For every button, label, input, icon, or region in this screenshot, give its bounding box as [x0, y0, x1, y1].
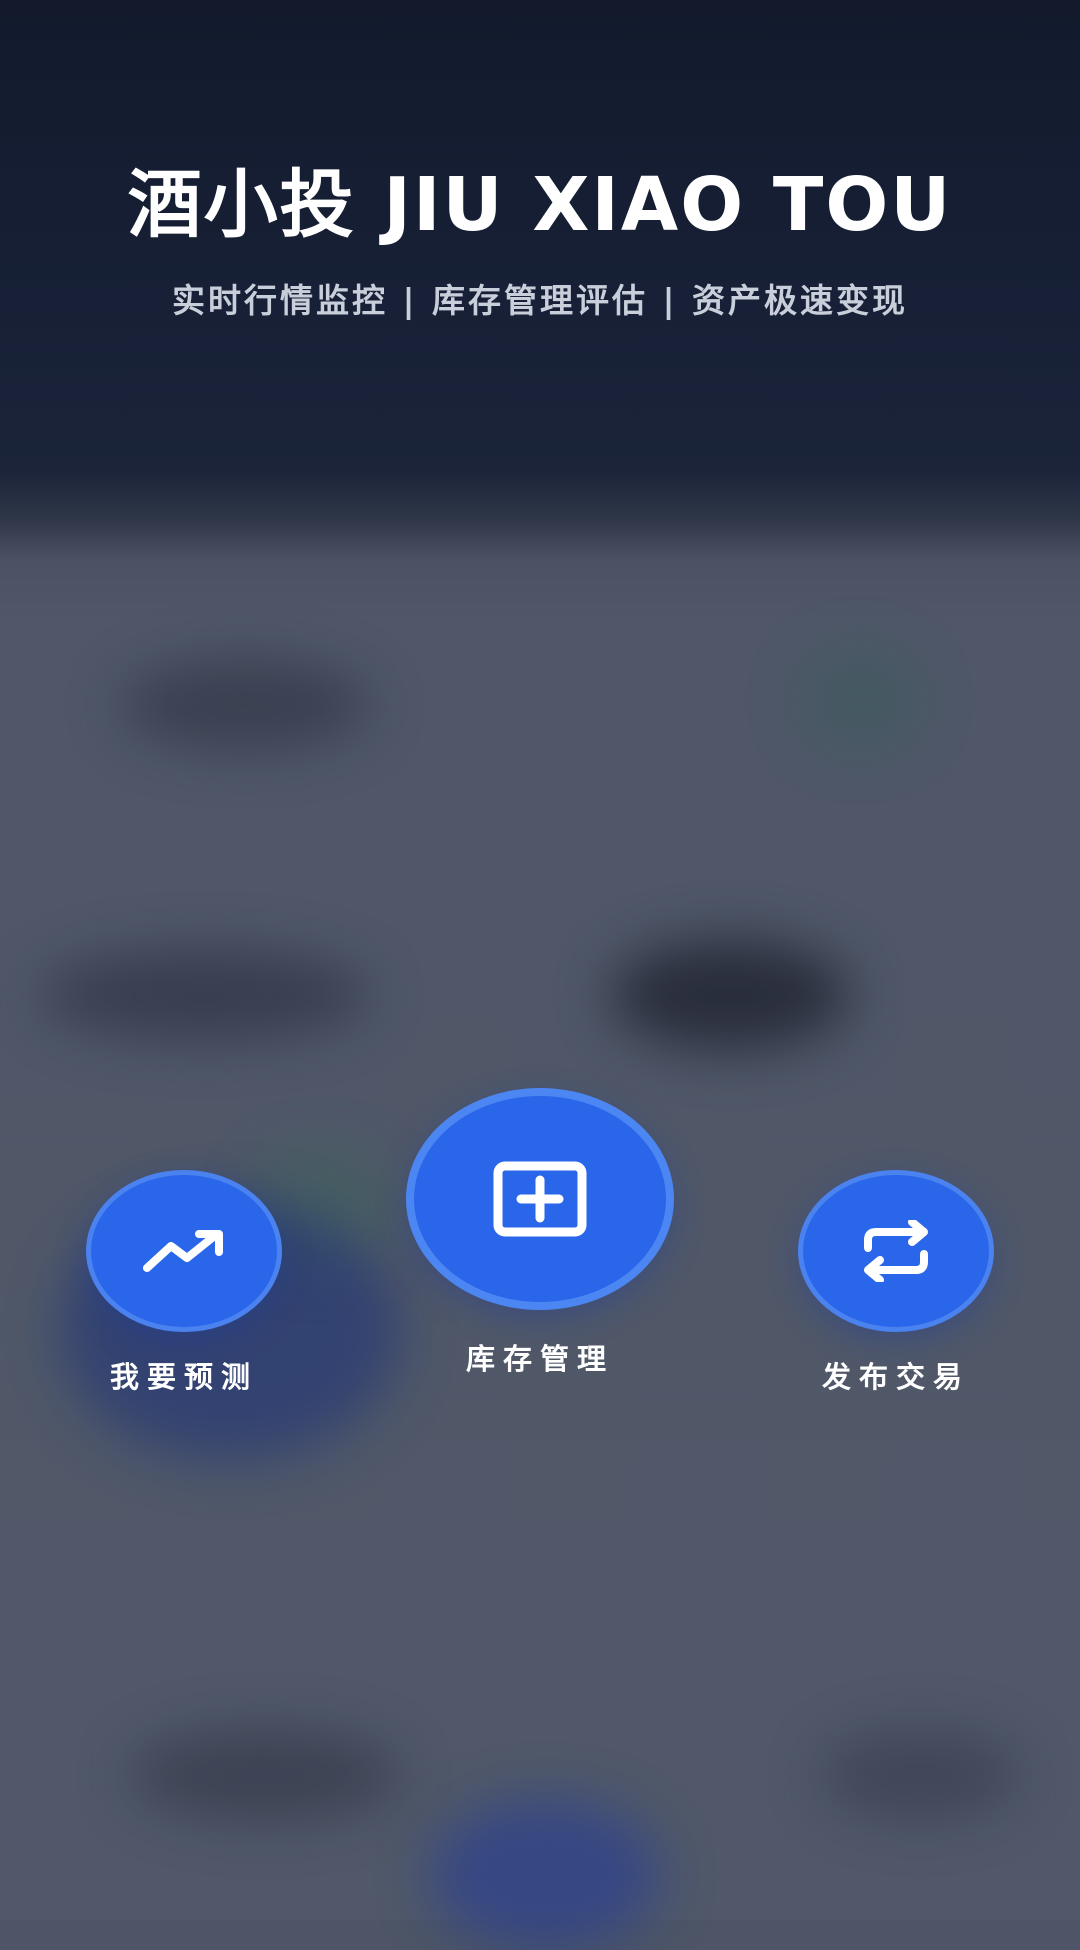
predict-circle[interactable]: [86, 1170, 282, 1332]
inventory-circle[interactable]: [406, 1088, 674, 1310]
blurred-content: [430, 1800, 660, 1950]
trade-circle[interactable]: [798, 1170, 994, 1332]
inventory-label: 库存管理: [465, 1342, 614, 1376]
blurred-content: [820, 1730, 1020, 1820]
app-header: 酒小投 JIU XIAO TOU 实时行情监控 | 库存管理评估 | 资产极速变…: [0, 150, 1080, 322]
predict-button[interactable]: 我要预测: [84, 1170, 284, 1396]
inventory-button[interactable]: 库存管理: [406, 1088, 674, 1378]
predict-label: 我要预测: [109, 1360, 258, 1394]
repeat-icon: [864, 1220, 928, 1282]
plus-square-icon: [493, 1161, 587, 1237]
app-subtitle: 实时行情监控 | 库存管理评估 | 资产极速变现: [171, 281, 909, 320]
blurred-content: [40, 950, 370, 1040]
blurred-content: [130, 1730, 400, 1820]
trade-button[interactable]: 发布交易: [796, 1170, 996, 1396]
trending-up-icon: [143, 1230, 223, 1272]
app-title: 酒小投 JIU XIAO TOU: [127, 162, 953, 248]
trade-label: 发布交易: [821, 1360, 970, 1394]
blurred-content: [800, 650, 920, 750]
blurred-content: [120, 660, 370, 750]
blurred-content: [610, 940, 850, 1050]
